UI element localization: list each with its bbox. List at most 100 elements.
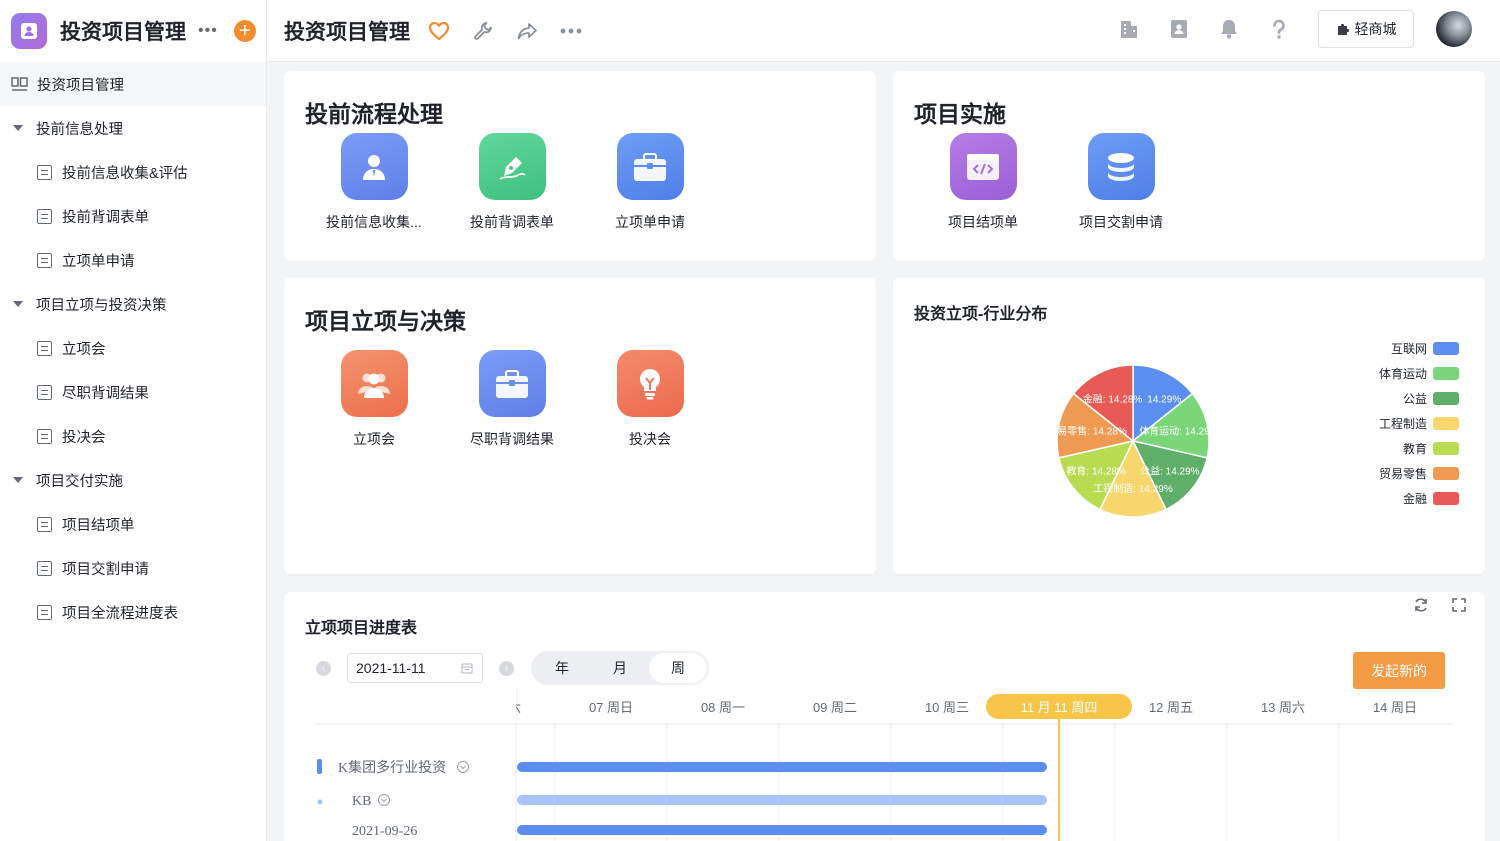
form-icon — [37, 428, 52, 444]
legend-label: 工程制造 — [1378, 417, 1427, 431]
heart-icon[interactable] — [428, 21, 450, 41]
legend-item[interactable]: 工程制造 — [1379, 411, 1459, 436]
app-icon[interactable] — [11, 13, 47, 49]
sidebar-item-closure[interactable]: 项目结项单 — [0, 502, 266, 546]
sidebar-item-label: 投决会 — [62, 429, 106, 446]
sidebar-group-decision[interactable]: 项目立项与投资决策 — [0, 282, 266, 326]
card-preinvest: 投前流程处理 投前信息收集... 投前背调表单 立项单申请 — [284, 71, 876, 261]
shop-button[interactable]: 轻商城 — [1318, 10, 1414, 48]
gantt-row-label[interactable]: K集团多行业投资 — [338, 759, 446, 776]
gantt-row-label[interactable]: 2021-09-26 — [352, 824, 417, 839]
expand-icon[interactable] — [378, 794, 390, 806]
day-header: 07 周日 — [589, 700, 633, 715]
tile-label: 项目结项单 — [948, 214, 1018, 230]
card-tools — [1391, 597, 1467, 613]
sidebar-item-background-check[interactable]: 投前背调表单 — [0, 194, 266, 238]
card-title: 投前流程处理 — [305, 101, 443, 127]
tile-label: 投前信息收集... — [326, 214, 422, 230]
gantt-chart: 06 周六07 周日08 周一09 周二10 周三11 月 11 周四12 周五… — [316, 687, 1452, 841]
sidebar-group-preinvest[interactable]: 投前信息处理 — [0, 106, 266, 150]
legend-swatch — [1433, 342, 1459, 355]
sidebar-item-investment-committee[interactable]: 投决会 — [0, 414, 266, 458]
tile-investment-committee[interactable]: 投决会 — [581, 350, 719, 449]
expand-icon[interactable] — [457, 761, 469, 773]
bell-icon[interactable] — [1218, 18, 1240, 40]
card-industry-distribution: 投资立项-行业分布 体育运动: 14.29% 公益: 14.29% 工程制造: 14… — [893, 278, 1485, 574]
start-new-button[interactable]: 发起新的 — [1353, 652, 1445, 689]
form-icon — [37, 340, 52, 356]
user-icon — [340, 133, 408, 200]
legend-item[interactable]: 教育 — [1379, 436, 1459, 461]
add-icon[interactable]: + — [233, 20, 256, 42]
legend-item[interactable]: 贸易零售 — [1379, 461, 1459, 486]
tile-due-diligence[interactable]: 尽职背调结果 — [443, 350, 581, 449]
contacts-icon[interactable] — [1168, 18, 1190, 40]
calendar-icon — [461, 663, 473, 674]
gantt-bar[interactable] — [517, 762, 1047, 772]
tile-info-collection[interactable]: 投前信息收集... — [305, 133, 443, 232]
briefcase-icon — [616, 133, 684, 200]
more-options-icon[interactable] — [560, 28, 582, 34]
sidebar-item-home[interactable]: 投资项目管理 — [0, 62, 266, 106]
sidebar-item-label: 项目交付实施 — [36, 473, 123, 490]
legend-item[interactable]: 互联网 — [1379, 336, 1459, 361]
card-title: 项目立项与决策 — [305, 308, 466, 334]
form-icon — [37, 164, 52, 180]
gantt-bar[interactable] — [517, 825, 1047, 835]
caret-down-icon — [13, 125, 23, 131]
share-icon[interactable] — [516, 21, 538, 41]
help-icon[interactable] — [1268, 18, 1290, 40]
day-header: 13 周六 — [1261, 700, 1305, 715]
fullscreen-icon[interactable] — [1451, 597, 1467, 613]
legend-label: 教育 — [1402, 442, 1427, 456]
contact-card-icon — [21, 23, 37, 39]
sidebar-item-collect[interactable]: 投前信息收集&评估 — [0, 150, 266, 194]
sidebar-item-label: 投资项目管理 — [37, 77, 124, 94]
form-icon — [37, 252, 52, 268]
sidebar-item-progress-table[interactable]: 项目全流程进度表 — [0, 590, 266, 634]
legend-label: 公益 — [1402, 392, 1427, 406]
pie-chart: 体育运动: 14.29% 公益: 14.29% 工程制造: 14.29% 教育: 14… — [1047, 364, 1219, 518]
tile-handover[interactable]: 项目交割申请 — [1052, 133, 1190, 232]
prev-icon[interactable]: ‹ — [316, 660, 331, 676]
gantt-row-label[interactable]: KB — [352, 794, 371, 809]
legend-item[interactable]: 金融 — [1379, 486, 1459, 511]
tile-label: 项目交割申请 — [1079, 214, 1163, 230]
building-icon[interactable] — [1118, 18, 1140, 40]
next-icon[interactable]: › — [499, 660, 514, 676]
avatar[interactable] — [1436, 11, 1472, 47]
tile-background-form[interactable]: 投前背调表单 — [443, 133, 581, 232]
sidebar-item-handover[interactable]: 项目交割申请 — [0, 546, 266, 590]
legend-item[interactable]: 公益 — [1379, 386, 1459, 411]
card-decision: 项目立项与决策 立项会 尽职背调结果 投决会 — [284, 278, 876, 574]
dashboard-icon — [11, 76, 28, 93]
wrench-icon[interactable] — [472, 20, 494, 42]
legend-swatch — [1433, 417, 1459, 430]
tile-project-application[interactable]: 立项单申请 — [581, 133, 719, 232]
sidebar-group-delivery[interactable]: 项目交付实施 — [0, 458, 266, 502]
sidebar-item-approval-meeting[interactable]: 立项会 — [0, 326, 266, 370]
day-header: 08 周一 — [701, 700, 745, 715]
legend-swatch — [1433, 492, 1459, 505]
row-marker — [317, 759, 322, 774]
tile-closure[interactable]: 项目结项单 — [914, 133, 1052, 232]
slice-label-5: 贸易零售: 14.28% — [1047, 424, 1127, 437]
date-input[interactable]: 2021-11-11 — [347, 653, 483, 683]
puzzle-icon — [1337, 23, 1349, 35]
segment-week[interactable]: 周 — [649, 653, 707, 683]
refresh-icon[interactable] — [1413, 597, 1429, 613]
segment-month[interactable]: 月 — [591, 653, 649, 683]
segment-year[interactable]: 年 — [533, 653, 591, 683]
date-value: 2021-11-11 — [356, 660, 426, 676]
sidebar-item-project-application[interactable]: 立项单申请 — [0, 238, 266, 282]
legend-label: 互联网 — [1390, 342, 1427, 356]
form-icon — [37, 560, 52, 576]
sidebar-item-due-diligence[interactable]: 尽职背调结果 — [0, 370, 266, 414]
legend-item[interactable]: 体育运动 — [1379, 361, 1459, 386]
chart-title: 投资立项-行业分布 — [914, 306, 1048, 323]
gantt-bar[interactable] — [517, 795, 1047, 805]
more-icon[interactable]: ••• — [198, 22, 218, 40]
tile-approval-meeting[interactable]: 立项会 — [305, 350, 443, 449]
form-icon — [37, 604, 52, 620]
caret-down-icon — [13, 301, 23, 307]
